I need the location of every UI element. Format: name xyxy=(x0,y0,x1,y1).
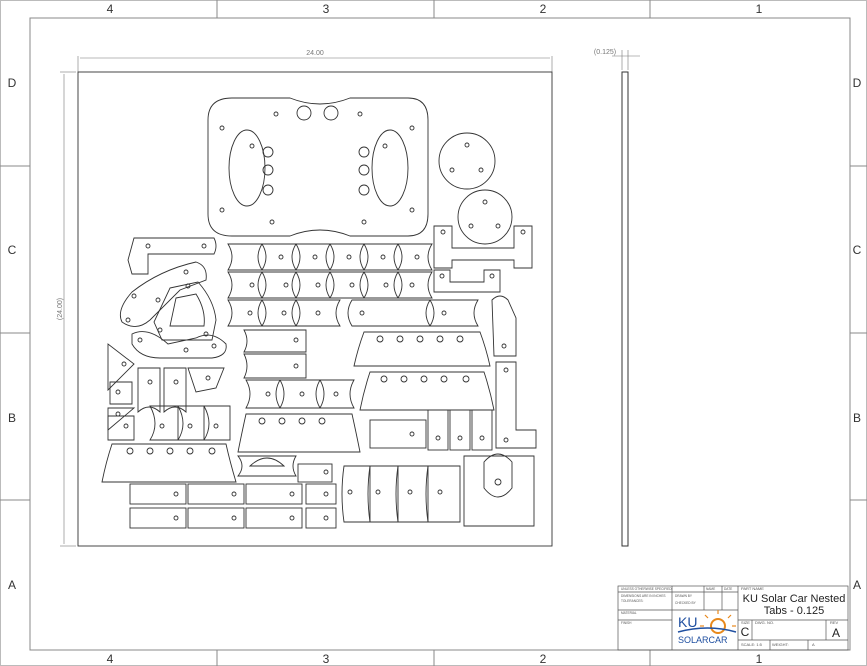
tb-part-name-label: PART NAME xyxy=(741,586,764,591)
zone-right-b: B xyxy=(853,411,861,425)
tb-drawn-label: DRAWN BY xyxy=(675,594,693,598)
part-shield-tabs xyxy=(341,465,461,523)
tb-dwg-no-label: DWG. NO. xyxy=(755,620,774,625)
tb-tolerances-label: TOLERANCES: xyxy=(621,599,644,603)
zone-left-d: D xyxy=(8,76,17,90)
nested-parts-view xyxy=(77,71,553,547)
ku-solarcar-logo: KU SOLARCAR xyxy=(677,610,737,645)
dimension-width-label: 24.00 xyxy=(306,50,324,57)
zone-top-2: 2 xyxy=(540,2,547,16)
part-curved-tabs-grid xyxy=(227,243,501,409)
tb-finish-label: FINISH xyxy=(621,621,632,625)
tb-date-label: DATE xyxy=(724,587,732,591)
zone-bottom-4: 4 xyxy=(107,652,114,666)
part-right-l-bracket xyxy=(495,361,537,449)
part-top-hook xyxy=(127,237,217,275)
tb-weight-label: WEIGHT: xyxy=(772,642,789,647)
tb-tolerance-note: UNLESS OTHERWISE SPECIFIED: xyxy=(621,587,673,591)
dimension-thickness-label: (0.125) xyxy=(594,49,616,56)
zone-top-1: 1 xyxy=(756,2,763,16)
part-triangle-c xyxy=(107,407,136,431)
zone-right-c: C xyxy=(853,243,862,257)
part-disc-upper xyxy=(438,132,496,190)
part-jaw-tabs xyxy=(137,367,231,441)
zone-top-4: 4 xyxy=(107,2,114,16)
tb-name-label: NAME xyxy=(706,587,715,591)
drawing-frame xyxy=(0,0,867,666)
part-flat-bars xyxy=(129,483,337,529)
dimension-height-label: (24.00) xyxy=(57,298,64,320)
part-bracket-frame xyxy=(153,281,217,341)
zone-top-3: 3 xyxy=(323,2,330,16)
part-right-bracket xyxy=(433,225,533,269)
plate-side-view xyxy=(621,71,629,547)
part-tab-rect-a xyxy=(297,463,333,483)
tb-scale-label: SCALE: 1:5 xyxy=(741,642,763,647)
logo-solarcar-text: SOLARCAR xyxy=(678,635,728,645)
tb-size-value: C xyxy=(741,625,750,639)
part-u-clamp xyxy=(463,453,535,527)
part-disc-lower xyxy=(457,189,513,245)
zone-right-d: D xyxy=(853,76,862,90)
zone-left-c: C xyxy=(8,243,17,257)
tb-rev-label: REV xyxy=(830,620,839,625)
part-small-tabs xyxy=(427,409,493,451)
tb-material-label: MATERIAL xyxy=(621,611,637,615)
tb-part-name-line2: Tabs - 0.125 xyxy=(764,605,825,617)
tb-sheet-value: A xyxy=(812,642,815,647)
zone-bottom-1: 1 xyxy=(756,652,763,666)
zone-bottom-2: 2 xyxy=(540,652,547,666)
zone-bottom-3: 3 xyxy=(323,652,330,666)
dimension-width xyxy=(77,56,553,72)
part-motor-mount-plate xyxy=(207,97,429,237)
tb-part-name-line1: KU Solar Car Nested xyxy=(743,593,846,605)
tb-rev-value: A xyxy=(832,626,840,640)
tb-checked-label: CHECKED BY xyxy=(675,601,697,605)
part-right-finger xyxy=(491,295,517,357)
plate-outline xyxy=(77,71,553,547)
zone-right-a: A xyxy=(853,578,861,592)
part-block-a xyxy=(369,419,427,449)
part-slotted-bars xyxy=(101,331,495,483)
zone-left-a: A xyxy=(8,578,16,592)
logo-ku-text: KU xyxy=(678,614,697,630)
tb-dims-note: DIMENSIONS ARE IN INCHES xyxy=(621,594,665,598)
part-triangle-a xyxy=(107,343,135,392)
zone-left-b: B xyxy=(8,411,16,425)
drawing-sheet: 4 3 2 1 4 3 2 1 D C B A D C B A 24.00 (2… xyxy=(0,0,867,666)
dimension-thickness xyxy=(612,50,640,70)
